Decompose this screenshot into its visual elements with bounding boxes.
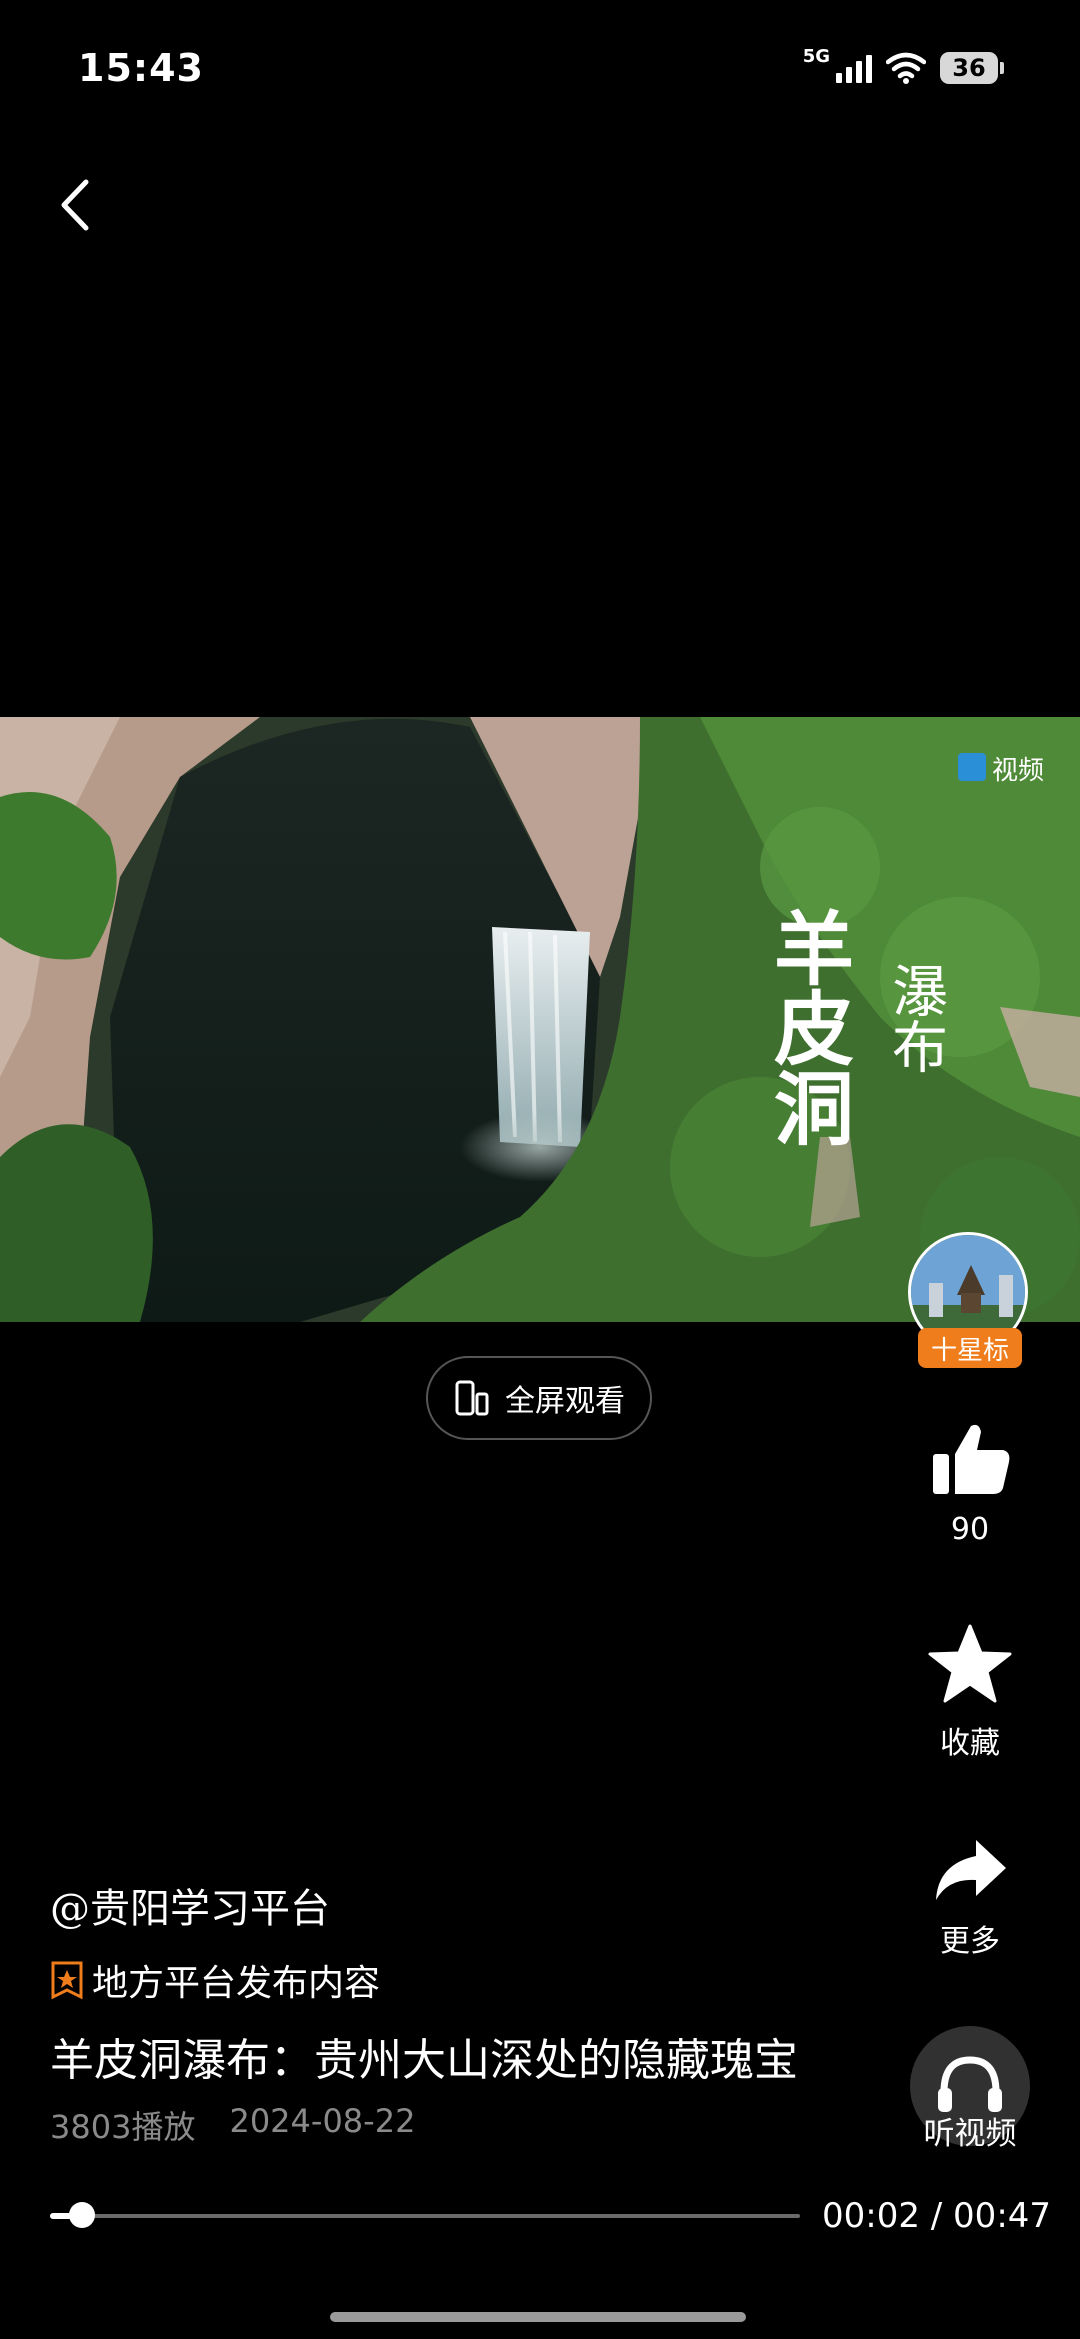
progress-knob[interactable]: [69, 2202, 95, 2228]
video-title: 羊皮洞瀑布：贵州大山深处的隐藏瑰宝: [50, 2035, 798, 2086]
wifi-icon: [886, 52, 926, 84]
signal-icon: [836, 53, 872, 83]
fullscreen-label: 全屏观看: [505, 1384, 625, 1419]
listen-label: 听视频: [923, 2116, 1017, 2152]
share-button[interactable]: 更多: [890, 1834, 1050, 1960]
play-count: 3803播放: [50, 2108, 196, 2146]
author-name[interactable]: @贵阳学习平台: [50, 1876, 330, 1934]
like-count: 90: [950, 1512, 990, 1547]
video-frame-waterfall: 视频 羊皮洞 瀑布: [0, 717, 1080, 1322]
video-player[interactable]: 视频 羊皮洞 瀑布: [0, 717, 1080, 1322]
thumbs-up-icon: [933, 1424, 1010, 1494]
share-arrow-icon: [936, 1840, 1006, 1900]
source-note-text: 地方平台发布内容: [92, 1963, 381, 2004]
status-time: 15:43: [78, 46, 204, 90]
favorite-label: 收藏: [940, 1726, 1000, 1761]
favorite-button[interactable]: 收藏: [890, 1622, 1050, 1762]
overlay-title-main: 羊皮洞: [761, 907, 855, 1147]
time-readout: 00:02 / 00:47: [822, 2196, 1052, 2236]
network-type: 5G: [802, 45, 830, 67]
share-label: 更多: [940, 1924, 1000, 1959]
status-icons: 5G 36: [803, 46, 1004, 84]
source-star-icon: [51, 1961, 83, 2000]
video-meta: 3803播放 2024-08-22: [50, 2102, 415, 2148]
overlay-title-sub: 瀑布: [883, 962, 948, 1074]
fullscreen-button[interactable]: 全屏观看: [426, 1356, 652, 1440]
home-indicator[interactable]: [330, 2312, 746, 2322]
back-button[interactable]: [50, 170, 110, 240]
like-button[interactable]: 90: [890, 1416, 1050, 1547]
star-icon: [928, 1624, 1012, 1703]
progress-track[interactable]: [50, 2214, 800, 2218]
back-icon: [61, 179, 89, 231]
fullscreen-phone-icon: [455, 1380, 489, 1416]
publish-date: 2024-08-22: [229, 2102, 416, 2140]
follow-button[interactable]: 十星标: [918, 1328, 1022, 1368]
source-note: 地方平台发布内容: [50, 1954, 380, 2006]
battery-icon: 36: [940, 52, 1004, 84]
video-watermark: 视频: [992, 756, 1044, 786]
